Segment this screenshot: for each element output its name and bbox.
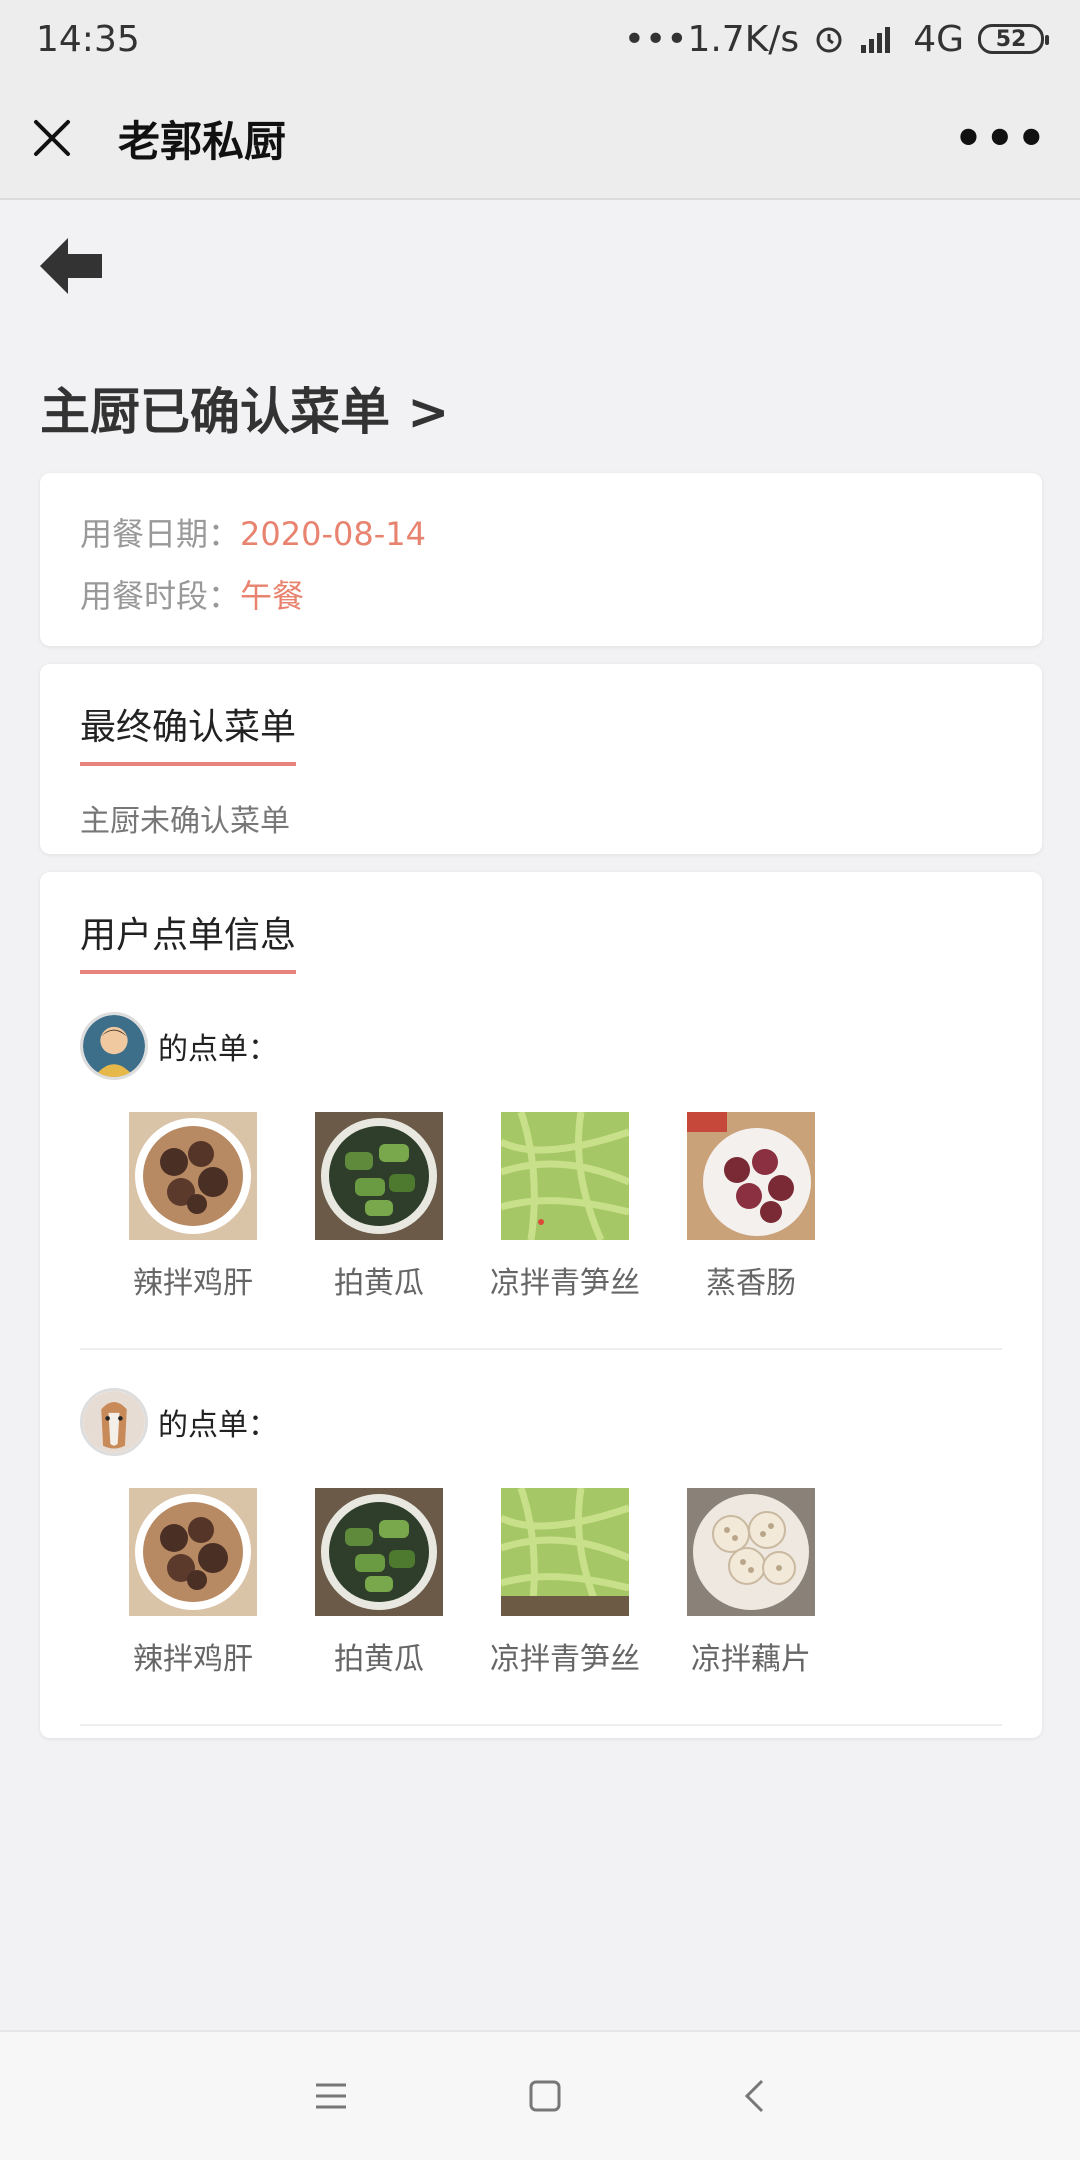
close-icon[interactable]: [32, 118, 72, 158]
dish-name: 凉拌青笋丝: [490, 1266, 640, 1301]
dish-name: 凉拌藕片: [691, 1642, 811, 1677]
dish-list: 辣拌鸡肝 拍黄瓜 凉拌青笋丝: [80, 1488, 1002, 1678]
dish-item[interactable]: 拍黄瓜: [286, 1488, 472, 1678]
avatar: [80, 1388, 148, 1456]
meal-date-value: 2020-08-14: [240, 515, 426, 553]
back-arrow-icon[interactable]: [40, 238, 102, 294]
meal-date-label: 用餐日期：: [80, 515, 241, 553]
top-nav-bar: 老郭私厨 •••: [0, 78, 1080, 200]
dish-name: 拍黄瓜: [334, 1642, 424, 1677]
home-icon[interactable]: [528, 2079, 562, 2113]
final-menu-card: 最终确认菜单 主厨未确认菜单: [40, 664, 1042, 854]
dish-image-lotus-root: [687, 1488, 815, 1616]
user-orders-heading: 用户点单信息: [80, 906, 297, 974]
meal-period-value: 午餐: [240, 577, 305, 615]
menu-icon[interactable]: [314, 2081, 348, 2111]
meal-period-label: 用餐时段：: [80, 577, 241, 615]
more-menu-button[interactable]: •••: [954, 111, 1048, 165]
dish-item[interactable]: 拍黄瓜: [286, 1112, 472, 1302]
meal-date-row: 用餐日期：2020-08-14: [80, 503, 1002, 565]
final-menu-heading: 最终确认菜单: [80, 698, 297, 766]
system-nav-bar: [0, 2030, 1080, 2160]
network-type: 4G: [913, 18, 964, 60]
user-order: 的点单： 辣拌鸡肝: [80, 1388, 1002, 1726]
dish-name: 拍黄瓜: [334, 1266, 424, 1301]
network-speed: •••1.7K/s: [623, 18, 800, 60]
meal-period-row: 用餐时段：午餐: [80, 565, 1002, 627]
dish-item[interactable]: 凉拌青笋丝: [472, 1488, 658, 1678]
alarm-icon: [816, 27, 842, 53]
order-label: 的点单：: [158, 1408, 278, 1443]
signal-icon: [861, 27, 891, 53]
battery-icon: 52: [978, 24, 1049, 54]
dish-image-chicken-liver: [129, 1112, 257, 1240]
dish-item[interactable]: 蒸香肠: [658, 1112, 844, 1302]
page-title[interactable]: 主厨已确认菜单 >: [40, 372, 449, 444]
order-header: 的点单：: [80, 1388, 1002, 1456]
dish-image-lettuce-shreds: [501, 1112, 629, 1240]
avatar: [80, 1012, 148, 1080]
back-nav-icon[interactable]: [742, 2078, 766, 2114]
dish-image-cucumber: [315, 1112, 443, 1240]
user-orders-card: 用户点单信息 的点单： 辣拌鸡肝 拍黄瓜 凉拌青笋丝 蒸香肠 的点单： 辣拌鸡肝…: [40, 872, 1042, 1738]
status-time: 14:35: [36, 18, 140, 60]
status-icons: •••1.7K/s 4G 52: [623, 18, 1049, 60]
dish-name: 辣拌鸡肝: [133, 1266, 253, 1301]
dish-item[interactable]: 辣拌鸡肝: [100, 1488, 286, 1678]
dish-item[interactable]: 凉拌青笋丝: [472, 1112, 658, 1302]
order-header: 的点单：: [80, 1012, 1002, 1080]
dish-image-cucumber: [315, 1488, 443, 1616]
dish-item[interactable]: 辣拌鸡肝: [100, 1112, 286, 1302]
dish-name: 辣拌鸡肝: [133, 1642, 253, 1677]
dish-name: 蒸香肠: [706, 1266, 796, 1301]
nav-title: 老郭私厨: [118, 116, 287, 166]
dish-image-sausage: [687, 1112, 815, 1240]
dish-list: 辣拌鸡肝 拍黄瓜 凉拌青笋丝: [80, 1112, 1002, 1302]
dish-name: 凉拌青笋丝: [490, 1642, 640, 1677]
order-label: 的点单：: [158, 1032, 278, 1067]
dish-item[interactable]: 凉拌藕片: [658, 1488, 844, 1678]
status-bar: 14:35 •••1.7K/s 4G 52: [0, 0, 1080, 78]
final-menu-status: 主厨未确认菜单: [80, 804, 290, 839]
user-order: 的点单： 辣拌鸡肝: [80, 1012, 1002, 1350]
dish-image-chicken-liver: [129, 1488, 257, 1616]
meal-info-card: 用餐日期：2020-08-14 用餐时段：午餐: [40, 473, 1042, 646]
dish-image-lettuce-shreds: [501, 1488, 629, 1616]
